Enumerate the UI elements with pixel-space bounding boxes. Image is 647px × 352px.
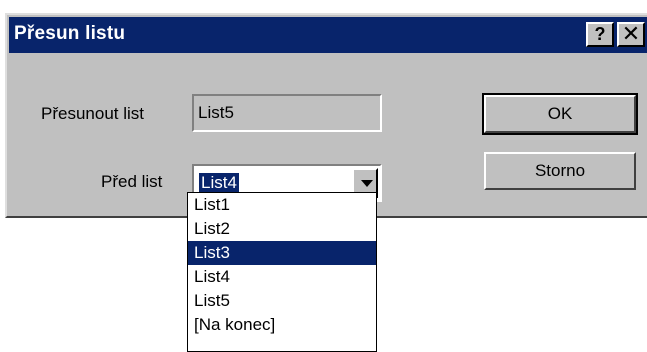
move-sheet-label: Přesunout list bbox=[41, 104, 144, 123]
dropdown-option-list1[interactable]: List1 bbox=[188, 193, 376, 217]
title-bar[interactable]: Přesun listu ? ✕ bbox=[9, 17, 647, 53]
chevron-down-icon bbox=[361, 180, 373, 187]
dropdown-option-list3[interactable]: List3 bbox=[188, 241, 376, 265]
help-icon[interactable]: ? bbox=[586, 22, 614, 47]
cancel-button[interactable]: Storno bbox=[484, 152, 636, 190]
dropdown-option-list2[interactable]: List2 bbox=[188, 217, 376, 241]
window-title: Přesun listu bbox=[14, 23, 126, 44]
dropdown-option-end[interactable]: [Na konec] bbox=[188, 313, 376, 337]
move-sheet-dialog: Přesun listu ? ✕ Přesunout list List5 Př… bbox=[5, 13, 647, 218]
close-icon[interactable]: ✕ bbox=[617, 22, 645, 47]
before-sheet-selected-value: List4 bbox=[199, 173, 239, 193]
dropdown-option-list4[interactable]: List4 bbox=[188, 265, 376, 289]
move-sheet-field: List5 bbox=[192, 94, 382, 132]
before-sheet-label: Před list bbox=[101, 172, 163, 191]
dropdown-option-list5[interactable]: List5 bbox=[188, 289, 376, 313]
ok-button[interactable]: OK bbox=[482, 93, 638, 135]
before-sheet-dropdown-list[interactable]: List1 List2 List3 List4 List5 [Na konec] bbox=[187, 192, 377, 352]
move-sheet-value: List5 bbox=[198, 103, 234, 122]
